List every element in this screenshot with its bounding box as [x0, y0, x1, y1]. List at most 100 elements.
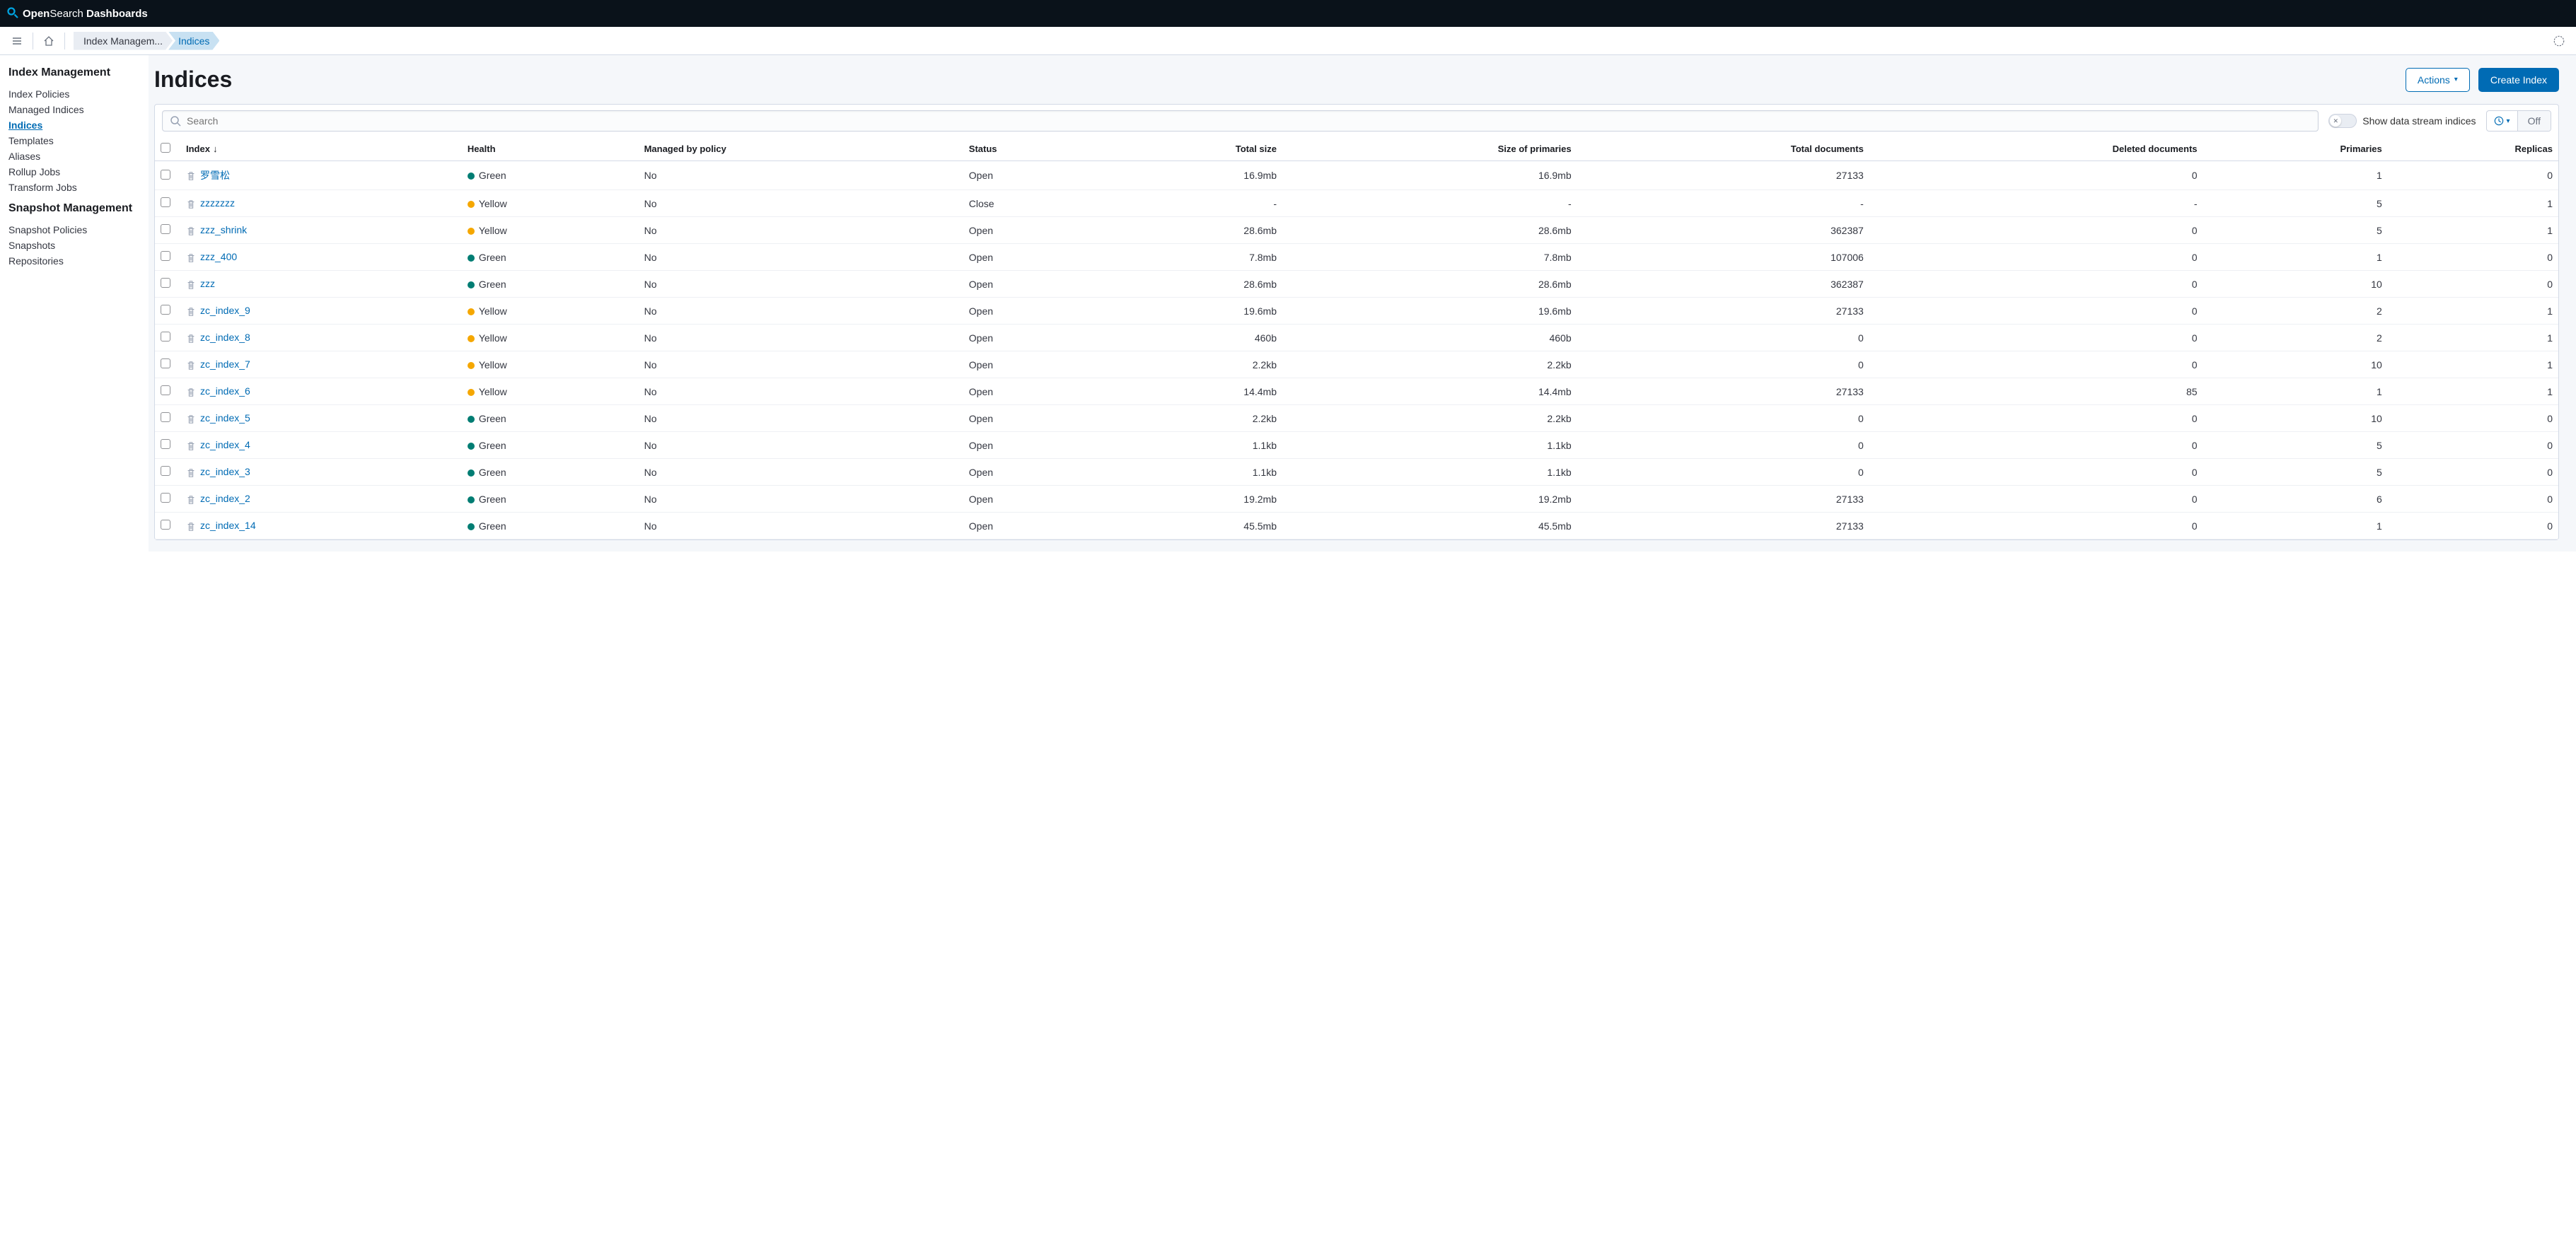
health-dot-icon: [468, 469, 475, 477]
cell-managed: No: [639, 244, 963, 271]
cell-status: Open: [963, 486, 1100, 513]
trash-icon[interactable]: [186, 387, 196, 397]
index-name-link[interactable]: zzzzzzz: [200, 197, 235, 209]
select-all-checkbox[interactable]: [161, 143, 170, 153]
cell-primaries: 1: [2203, 513, 2388, 539]
col-managed[interactable]: Managed by policy: [639, 137, 963, 161]
search-field-wrapper[interactable]: [162, 110, 2319, 132]
row-checkbox[interactable]: [161, 358, 170, 368]
col-health[interactable]: Health: [462, 137, 639, 161]
sidebar-item[interactable]: Snapshots: [8, 238, 140, 253]
sidebar-item[interactable]: Rollup Jobs: [8, 164, 140, 180]
index-name-link[interactable]: zc_index_8: [200, 332, 250, 343]
row-checkbox[interactable]: [161, 197, 170, 207]
trash-icon[interactable]: [186, 468, 196, 478]
trash-icon[interactable]: [186, 495, 196, 505]
trash-icon[interactable]: [186, 307, 196, 317]
trash-icon[interactable]: [186, 171, 196, 181]
index-name-link[interactable]: zc_index_3: [200, 466, 250, 477]
search-input[interactable]: [187, 115, 2311, 127]
sidebar-item[interactable]: Transform Jobs: [8, 180, 140, 195]
trash-icon[interactable]: [186, 361, 196, 370]
col-total-documents[interactable]: Total documents: [1577, 137, 1869, 161]
sidebar-item[interactable]: Index Policies: [8, 86, 140, 102]
trash-icon[interactable]: [186, 253, 196, 263]
cell-health: Green: [462, 432, 639, 459]
row-checkbox[interactable]: [161, 251, 170, 261]
cell-total-docs: 0: [1577, 432, 1869, 459]
sidebar-item[interactable]: Snapshot Policies: [8, 222, 140, 238]
index-name-link[interactable]: zzz: [200, 278, 215, 289]
col-total-size[interactable]: Total size: [1100, 137, 1282, 161]
trash-icon[interactable]: [186, 226, 196, 236]
actions-dropdown-button[interactable]: Actions ▾: [2406, 68, 2470, 92]
breadcrumb-item-index-management[interactable]: Index Managem...: [74, 32, 173, 50]
row-checkbox[interactable]: [161, 332, 170, 342]
cell-total-size: 28.6mb: [1100, 217, 1282, 244]
cell-primaries: 1: [2203, 244, 2388, 271]
sidebar-item[interactable]: Indices: [8, 117, 140, 133]
sidebar-item[interactable]: Managed Indices: [8, 102, 140, 117]
data-stream-toggle[interactable]: ✕: [2328, 114, 2357, 128]
row-checkbox[interactable]: [161, 520, 170, 530]
cell-replicas: 0: [2388, 405, 2558, 432]
hamburger-icon: [11, 35, 23, 47]
cell-primaries: 1: [2203, 161, 2388, 190]
trash-icon[interactable]: [186, 199, 196, 209]
row-checkbox[interactable]: [161, 439, 170, 449]
cell-size-primaries: 14.4mb: [1282, 378, 1577, 405]
cell-managed: No: [639, 513, 963, 539]
breadcrumb-item-indices[interactable]: Indices: [168, 32, 219, 50]
index-name-link[interactable]: zc_index_2: [200, 493, 250, 504]
col-primaries[interactable]: Primaries: [2203, 137, 2388, 161]
sidebar-item[interactable]: Aliases: [8, 148, 140, 164]
row-checkbox[interactable]: [161, 278, 170, 288]
trash-icon[interactable]: [186, 414, 196, 424]
trash-icon[interactable]: [186, 334, 196, 344]
menu-toggle-button[interactable]: [6, 30, 28, 52]
index-name-link[interactable]: zc_index_9: [200, 305, 250, 316]
col-replicas[interactable]: Replicas: [2388, 137, 2558, 161]
row-checkbox[interactable]: [161, 466, 170, 476]
col-status[interactable]: Status: [963, 137, 1100, 161]
create-index-button[interactable]: Create Index: [2478, 68, 2559, 92]
row-checkbox[interactable]: [161, 412, 170, 422]
cell-total-docs: 27133: [1577, 486, 1869, 513]
row-checkbox[interactable]: [161, 385, 170, 395]
cell-size-primaries: 2.2kb: [1282, 351, 1577, 378]
index-name-link[interactable]: zc_index_14: [200, 520, 256, 531]
index-name-link[interactable]: zc_index_4: [200, 439, 250, 450]
table-row: zc_index_14GreenNoOpen45.5mb45.5mb271330…: [155, 513, 2558, 539]
col-index[interactable]: Index↓: [180, 137, 462, 161]
search-icon: [170, 115, 181, 127]
cell-replicas: 0: [2388, 271, 2558, 298]
cell-status: Open: [963, 244, 1100, 271]
home-button[interactable]: [37, 30, 60, 52]
index-name-link[interactable]: 罗雪松: [200, 170, 230, 181]
cell-deleted-docs: 0: [1869, 298, 2203, 325]
auto-refresh-control[interactable]: ▾ Off: [2486, 110, 2551, 132]
row-checkbox[interactable]: [161, 170, 170, 180]
index-name-link[interactable]: zc_index_5: [200, 412, 250, 424]
indices-panel: ✕ Show data stream indices ▾ Off In: [154, 104, 2559, 540]
col-deleted-documents[interactable]: Deleted documents: [1869, 137, 2203, 161]
trash-icon[interactable]: [186, 441, 196, 451]
cell-deleted-docs: 0: [1869, 161, 2203, 190]
app-logo[interactable]: OpenSearch Dashboards: [7, 7, 148, 20]
cell-size-primaries: -: [1282, 190, 1577, 217]
col-size-primaries[interactable]: Size of primaries: [1282, 137, 1577, 161]
index-name-link[interactable]: zc_index_6: [200, 385, 250, 397]
index-name-link[interactable]: zzz_400: [200, 251, 237, 262]
sidebar-item[interactable]: Repositories: [8, 253, 140, 269]
refresh-interval-button[interactable]: ▾: [2487, 112, 2517, 130]
sidebar-item[interactable]: Templates: [8, 133, 140, 148]
cell-status: Open: [963, 459, 1100, 486]
trash-icon[interactable]: [186, 280, 196, 290]
index-name-link[interactable]: zzz_shrink: [200, 224, 247, 235]
row-checkbox[interactable]: [161, 224, 170, 234]
row-checkbox[interactable]: [161, 493, 170, 503]
index-name-link[interactable]: zc_index_7: [200, 358, 250, 370]
updates-button[interactable]: [2548, 30, 2570, 52]
trash-icon[interactable]: [186, 522, 196, 532]
row-checkbox[interactable]: [161, 305, 170, 315]
